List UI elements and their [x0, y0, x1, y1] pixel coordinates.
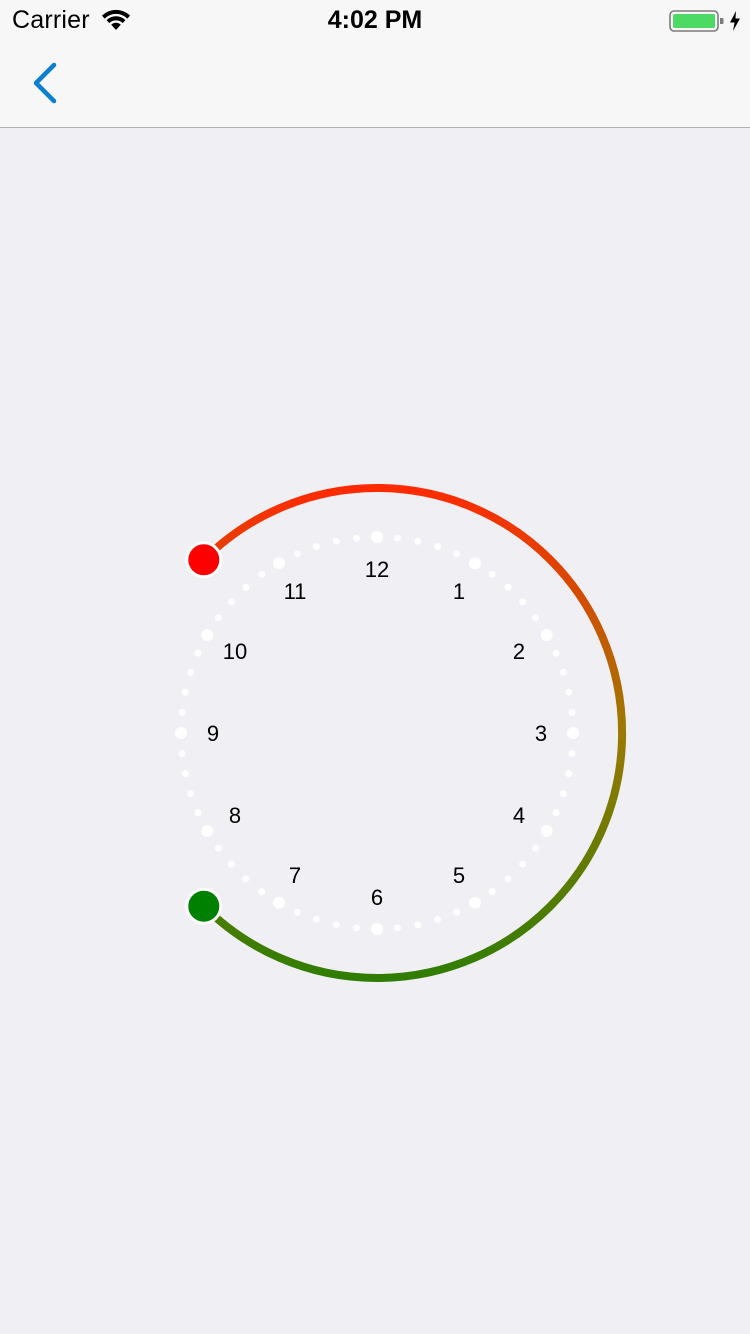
minute-tick	[214, 614, 222, 622]
hour-label: 5	[453, 863, 465, 888]
minute-tick	[414, 537, 422, 545]
hour-tick	[469, 896, 481, 909]
back-button[interactable]	[20, 54, 80, 114]
minute-tick	[258, 570, 266, 578]
hour-tick	[273, 557, 285, 570]
minute-tick	[312, 915, 320, 923]
hour-label: 4	[513, 803, 525, 828]
hour-tick	[371, 531, 383, 543]
minute-tick	[181, 688, 189, 696]
minute-tick	[434, 543, 442, 551]
hour-tick	[273, 896, 285, 909]
minute-tick	[293, 550, 301, 558]
minute-tick	[394, 534, 401, 542]
screen: Carrier 4:02 PM 12 1 2 3 4 5 6 7 8 9 10 …	[0, 0, 750, 1334]
minute-tick	[488, 888, 496, 896]
minute-tick	[293, 908, 301, 916]
minute-tick	[568, 750, 576, 757]
minute-tick	[214, 844, 222, 852]
minute-tick	[187, 790, 195, 798]
minute-tick	[353, 534, 360, 542]
battery-icon	[669, 10, 724, 32]
minute-tick	[532, 844, 540, 852]
minute-tick	[504, 583, 512, 591]
minute-tick	[559, 790, 567, 798]
minute-tick	[568, 709, 576, 716]
range-arc[interactable]	[199, 484, 626, 982]
minute-tick	[227, 860, 235, 868]
minute-tick	[194, 649, 202, 657]
minute-tick	[258, 888, 266, 896]
hour-tick	[201, 825, 214, 837]
status-time: 4:02 PM	[327, 6, 423, 34]
minute-tick	[353, 924, 360, 932]
hour-label: 12	[365, 557, 389, 582]
minute-tick	[414, 921, 422, 929]
hour-label: 10	[223, 639, 247, 664]
minute-tick	[519, 598, 527, 606]
minute-tick	[434, 915, 442, 923]
minute-tick	[453, 550, 461, 558]
hour-label: 9	[207, 721, 219, 746]
minute-tick	[242, 875, 250, 883]
minute-tick	[559, 668, 567, 676]
minute-tick	[519, 860, 527, 868]
minute-tick	[332, 921, 340, 929]
minute-tick	[504, 875, 512, 883]
minute-tick	[187, 668, 195, 676]
minute-tick	[178, 750, 186, 757]
status-bar: Carrier 4:02 PM	[0, 0, 750, 40]
clock-range-picker[interactable]: 121234567891011	[0, 128, 750, 1334]
hour-tick	[175, 727, 187, 739]
end-handle[interactable]	[185, 887, 223, 925]
hour-tick	[469, 557, 481, 570]
minute-tick	[565, 770, 573, 778]
minute-tick	[394, 924, 401, 932]
hour-tick	[567, 727, 579, 739]
minute-tick	[532, 614, 540, 622]
hour-labels: 121234567891011	[207, 557, 547, 910]
clock-area: 12 1 2 3 4 5 6 7 8 9 10 11	[0, 128, 750, 1334]
minute-tick	[488, 570, 496, 578]
navigation-bar	[0, 40, 750, 128]
hour-label: 6	[371, 885, 383, 910]
hour-tick	[201, 629, 214, 641]
minute-ticks	[175, 531, 579, 935]
minute-tick	[552, 809, 560, 817]
minute-tick	[227, 598, 235, 606]
minute-tick	[242, 583, 250, 591]
minute-tick	[194, 809, 202, 817]
chevron-left-icon	[33, 62, 57, 104]
minute-tick	[552, 649, 560, 657]
hour-tick	[540, 629, 553, 641]
hour-tick	[540, 825, 553, 837]
hour-label: 1	[453, 579, 465, 604]
start-handle[interactable]	[185, 541, 223, 579]
minute-tick	[181, 770, 189, 778]
hour-label: 3	[535, 721, 547, 746]
hour-label: 2	[513, 639, 525, 664]
minute-tick	[178, 709, 186, 716]
hour-label: 8	[229, 803, 241, 828]
bolt-icon	[730, 11, 740, 31]
hour-label: 11	[284, 579, 307, 604]
minute-tick	[332, 537, 340, 545]
minute-tick	[453, 908, 461, 916]
minute-tick	[565, 688, 573, 696]
hour-label: 7	[289, 863, 301, 888]
minute-tick	[312, 543, 320, 551]
hour-tick	[371, 923, 383, 935]
